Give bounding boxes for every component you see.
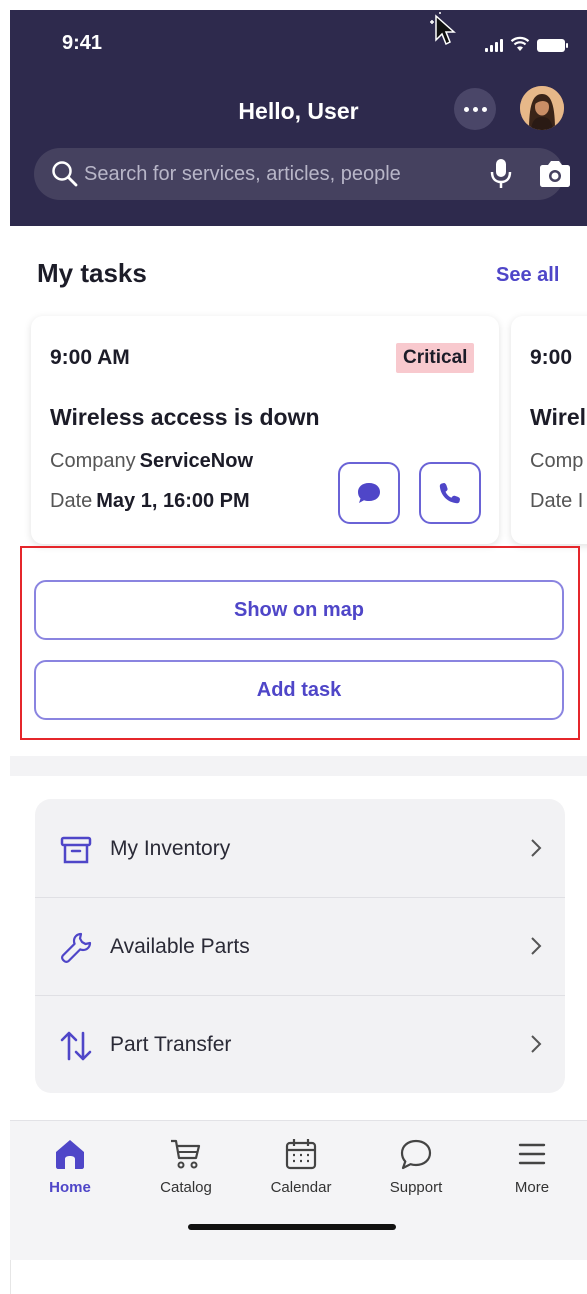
header: 9:41 Hello, User Search for services, ar… xyxy=(10,10,587,226)
menu-icon xyxy=(518,1143,546,1165)
task-title: Wireless access is down xyxy=(50,404,320,430)
date-label: Date xyxy=(50,490,93,512)
date-value: May 1, 16:00 PM xyxy=(96,490,250,512)
transfer-arrows-icon xyxy=(60,1031,92,1061)
menu-item-part-transfer[interactable]: Part Transfer xyxy=(35,995,565,1093)
task-card[interactable]: 9:00 AM Critical Wireless access is down… xyxy=(31,316,499,544)
task-title: Wirel xyxy=(530,404,587,430)
tab-calendar[interactable]: Calendar xyxy=(251,1137,351,1196)
app-screen: 9:41 Hello, User Search for services, ar… xyxy=(10,10,587,1260)
task-company: Comp xyxy=(530,450,584,472)
menu-item-available-parts[interactable]: Available Parts xyxy=(35,897,565,995)
camera-icon[interactable] xyxy=(538,160,572,188)
tab-support[interactable]: Support xyxy=(366,1137,466,1196)
task-company: Company ServiceNow xyxy=(50,450,253,473)
chat-bubble-icon xyxy=(400,1139,432,1170)
see-all-link[interactable]: See all xyxy=(496,264,559,287)
tab-more[interactable]: More xyxy=(482,1137,582,1196)
status-icons xyxy=(485,34,568,52)
tab-home[interactable]: Home xyxy=(20,1137,120,1196)
cart-icon xyxy=(171,1139,201,1169)
task-date: Date I xyxy=(530,490,584,512)
task-time: 9:00 xyxy=(530,346,573,369)
calendar-icon xyxy=(285,1139,317,1170)
search-icon xyxy=(52,161,78,187)
chevron-right-icon xyxy=(531,1035,542,1053)
phone-icon xyxy=(439,483,460,504)
chevron-right-icon xyxy=(531,839,542,857)
search-input[interactable]: Search for services, articles, people xyxy=(84,163,401,186)
avatar[interactable] xyxy=(520,86,564,130)
tab-label: Home xyxy=(49,1179,91,1196)
battery-icon xyxy=(537,39,568,52)
microphone-icon[interactable] xyxy=(490,158,512,190)
menu-item-label: Part Transfer xyxy=(110,1033,232,1056)
tab-catalog[interactable]: Catalog xyxy=(136,1137,236,1196)
tab-label: Catalog xyxy=(160,1179,212,1196)
greeting-title: Hello, User xyxy=(238,98,359,124)
home-icon xyxy=(56,1140,84,1169)
wrench-icon xyxy=(61,932,92,963)
search-bar[interactable]: Search for services, articles, people xyxy=(34,148,570,200)
menu-item-my-inventory[interactable]: My Inventory xyxy=(35,799,565,897)
my-tasks-title: My tasks xyxy=(37,258,147,288)
wifi-icon xyxy=(510,36,530,51)
chevron-right-icon xyxy=(531,937,542,955)
inventory-menu: My Inventory Available Parts Part Transf… xyxy=(35,799,565,1093)
task-card[interactable]: 9:00 Wirel Comp Date I xyxy=(511,316,587,544)
priority-badge: Critical xyxy=(396,343,475,373)
cursor-icon xyxy=(430,12,456,46)
company-label: Company xyxy=(50,450,136,472)
call-button[interactable] xyxy=(419,462,481,524)
home-indicator[interactable] xyxy=(188,1224,396,1230)
more-options-button[interactable] xyxy=(454,88,496,130)
message-button[interactable] xyxy=(338,462,400,524)
section-divider xyxy=(10,756,587,776)
chat-bubble-icon xyxy=(358,483,380,503)
tab-label: More xyxy=(514,1179,550,1196)
status-time: 9:41 xyxy=(62,32,103,54)
show-on-map-button[interactable]: Show on map xyxy=(34,580,564,640)
bottom-tab-bar: Home Catalog Calendar Support More xyxy=(10,1120,587,1260)
add-task-button[interactable]: Add task xyxy=(34,660,564,720)
company-value: ServiceNow xyxy=(139,450,253,472)
task-date: Date May 1, 16:00 PM xyxy=(50,490,250,513)
task-time: 9:00 AM xyxy=(50,346,130,369)
menu-item-label: Available Parts xyxy=(110,935,250,958)
signal-icon xyxy=(485,38,503,52)
tab-label: Support xyxy=(389,1179,443,1196)
tab-label: Calendar xyxy=(270,1179,332,1196)
menu-item-label: My Inventory xyxy=(110,837,231,860)
archive-box-icon xyxy=(60,836,92,864)
